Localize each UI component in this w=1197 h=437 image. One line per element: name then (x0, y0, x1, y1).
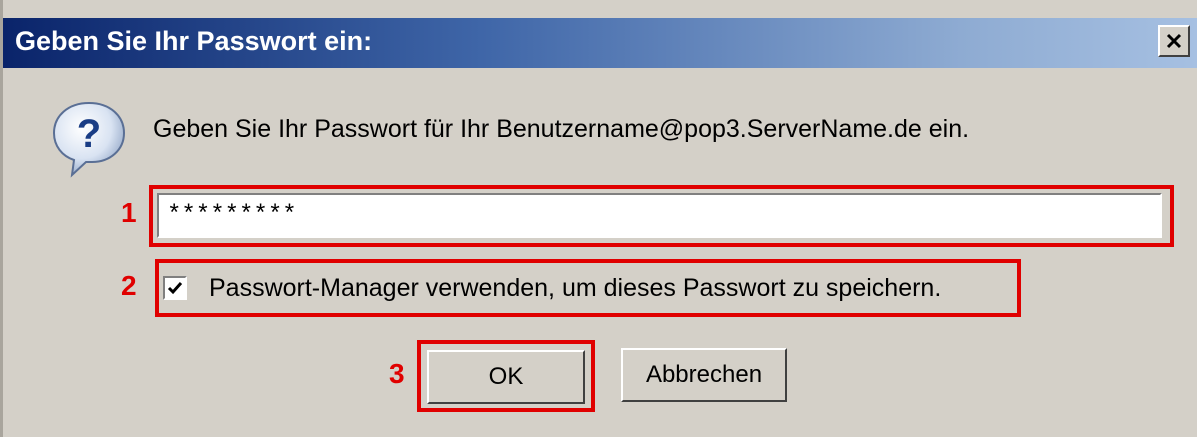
checkbox-label: Passwort-Manager verwenden, um dieses Pa… (209, 273, 942, 302)
marker-2: 2 (121, 270, 137, 301)
ok-button[interactable]: OK (427, 350, 585, 404)
close-button[interactable] (1158, 25, 1190, 57)
title-bar: Geben Sie Ihr Passwort ein: (3, 18, 1197, 68)
marker-3: 3 (389, 358, 405, 389)
dialog-title: Geben Sie Ihr Passwort ein: (15, 26, 373, 56)
svg-text:?: ? (77, 112, 101, 156)
cancel-button[interactable]: Abbrechen (621, 348, 787, 402)
password-input[interactable] (157, 193, 1162, 238)
marker-1: 1 (121, 197, 137, 228)
question-icon: ? (52, 101, 126, 178)
close-icon (1166, 33, 1182, 49)
checkmark-icon (167, 282, 183, 295)
dialog-message: Geben Sie Ihr Passwort für Ihr Benutzern… (153, 115, 970, 143)
password-dialog: Geben Sie Ihr Passwort ein: ? Geben Sie … (0, 0, 1197, 437)
password-manager-option[interactable]: Passwort-Manager verwenden, um dieses Pa… (163, 268, 941, 308)
password-manager-checkbox[interactable] (163, 276, 187, 300)
